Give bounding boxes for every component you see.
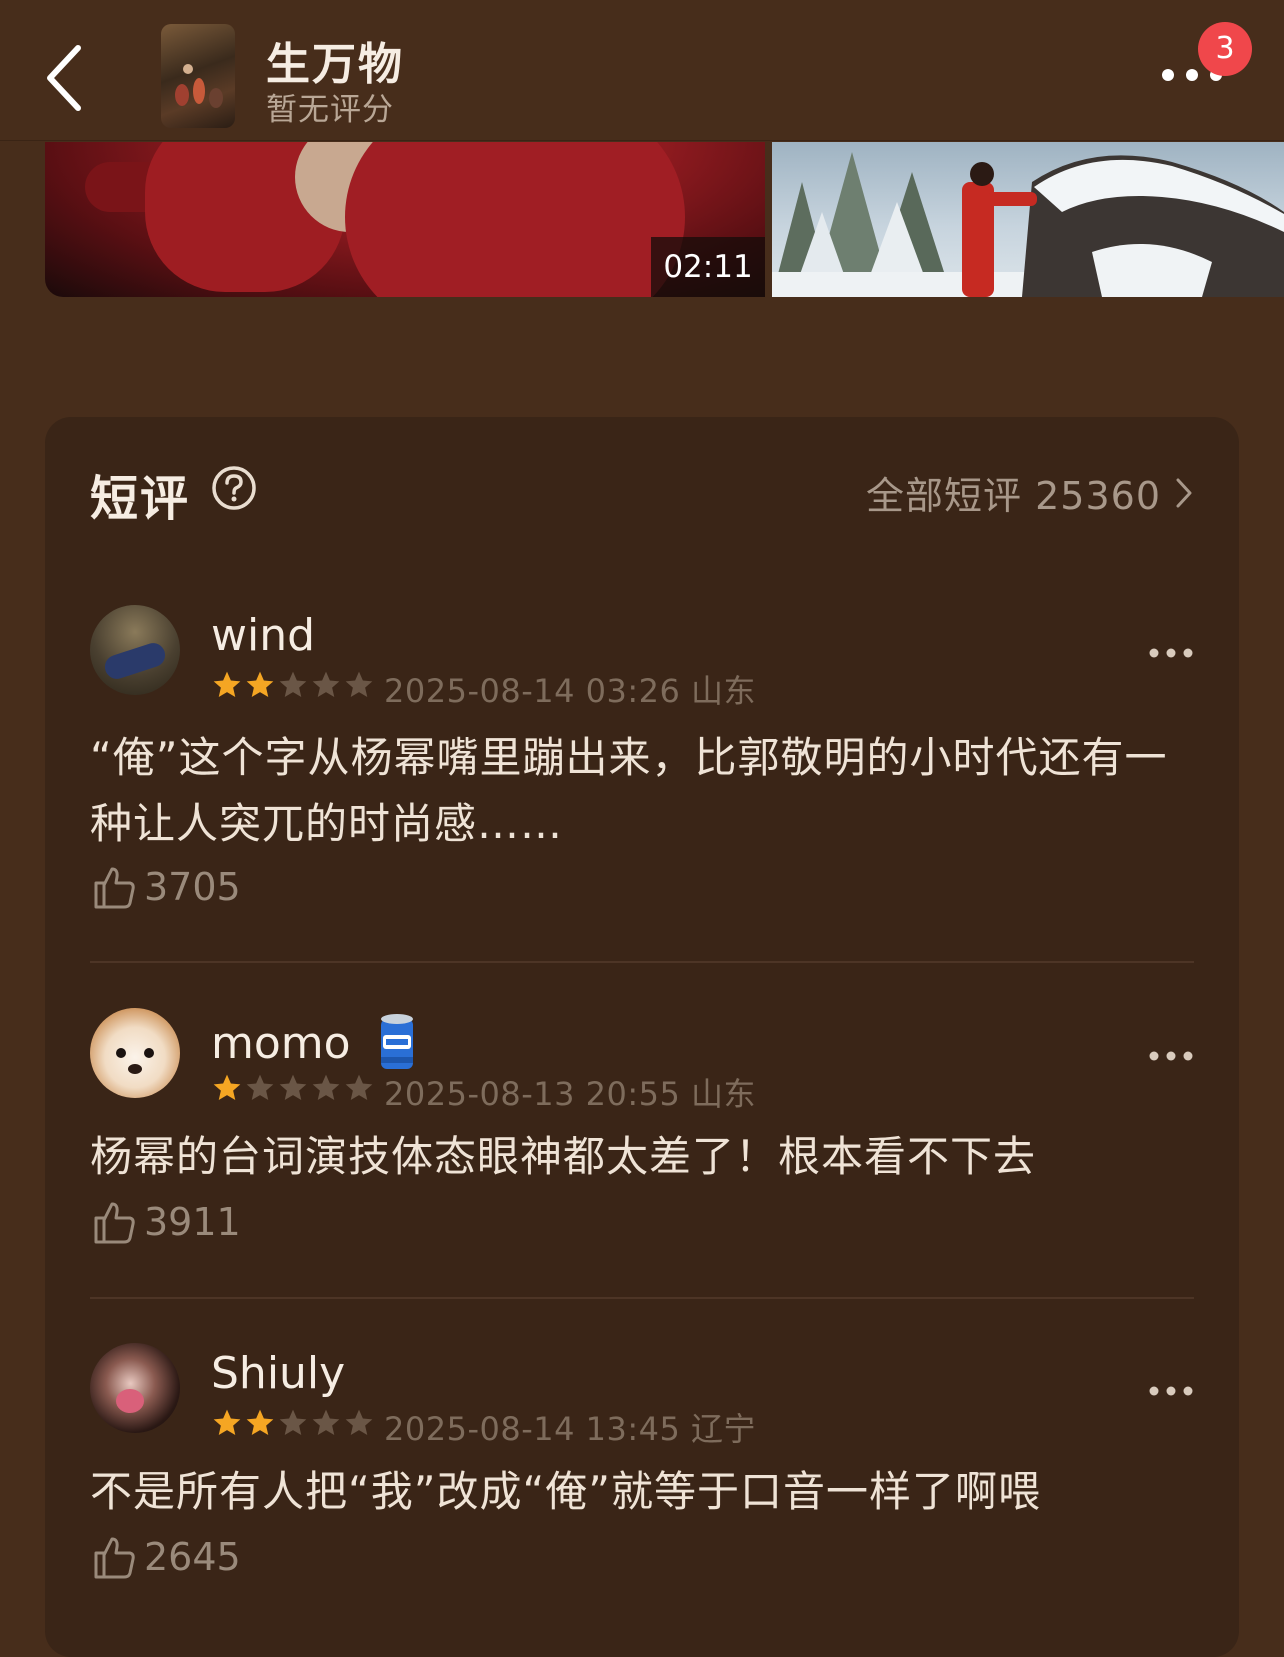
like-button[interactable]: 3705 [90, 863, 241, 911]
star-icon [279, 1409, 307, 1435]
back-button[interactable] [36, 38, 96, 118]
username[interactable]: Shiuly [211, 1348, 345, 1399]
short-reviews-card: 短评 全部短评 25360 wind 2025-08-14 03:26 山东 “… [45, 417, 1239, 1657]
still-image-thumbnail[interactable] [772, 142, 1284, 297]
review-more-button[interactable] [1148, 1383, 1194, 1397]
avatar[interactable] [90, 1343, 180, 1433]
username-text: momo [211, 1017, 351, 1069]
thumbs-up-icon [94, 867, 135, 909]
help-button[interactable] [211, 465, 257, 511]
review-meta: 2025-08-14 13:45 辽宁 [384, 1410, 757, 1448]
page-title: 生万物 [266, 39, 404, 90]
video-duration: 02:11 [651, 237, 765, 297]
star-icon [312, 671, 340, 697]
star-icon [312, 1409, 340, 1435]
star-icon [213, 1409, 241, 1435]
snow-scene-image [772, 152, 1284, 297]
star-icon [246, 1409, 274, 1435]
star-icon [345, 1074, 373, 1100]
chevron-left-icon [47, 45, 81, 111]
review-text: 不是所有人把“我”改成“俺”就等于口音一样了啊喂 [90, 1467, 1042, 1516]
section-title: 短评 [90, 471, 191, 527]
chevron-right-icon [1176, 478, 1192, 507]
star-icon [345, 671, 373, 697]
star-icon [246, 1074, 274, 1100]
review-item: momo 2025-08-13 20:55 山东 杨幂的台词演技体态眼神都太差了… [90, 1008, 1194, 1288]
star-icon [345, 1409, 373, 1435]
review-item: wind 2025-08-14 03:26 山东 “俺”这个字从杨幂嘴里蹦出来，… [90, 605, 1194, 909]
movie-poster-thumbnail[interactable] [161, 24, 235, 128]
thumbs-up-icon [94, 1537, 135, 1579]
review-text: “俺”这个字从杨幂嘴里蹦出来，比郭敬明的小时代还有一种让人突兀的时尚感…… [90, 733, 1168, 848]
video-thumbnail[interactable]: 02:11 [45, 142, 765, 297]
star-rating [211, 1072, 375, 1104]
username[interactable]: wind [211, 610, 315, 661]
notification-badge: 3 [1198, 22, 1252, 76]
star-icon [246, 671, 274, 697]
like-count: 3911 [144, 1200, 241, 1244]
more-dots-icon [1149, 1386, 1193, 1396]
beer-can-icon [380, 1014, 413, 1069]
star-icon [279, 671, 307, 697]
star-rating [211, 1407, 375, 1439]
review-text: 杨幂的台词演技体态眼神都太差了！根本看不下去 [90, 1132, 1037, 1181]
review-meta: 2025-08-13 20:55 山东 [384, 1075, 757, 1113]
star-icon [279, 1074, 307, 1100]
like-button[interactable]: 3911 [90, 1198, 241, 1246]
like-count: 3705 [144, 865, 241, 909]
star-icon [312, 1074, 340, 1100]
like-button[interactable]: 2645 [90, 1533, 241, 1581]
all-reviews-link[interactable]: 全部短评 25360 [866, 465, 1193, 520]
review-more-button[interactable] [1148, 645, 1194, 659]
review-item: Shiuly 2025-08-14 13:45 辽宁 不是所有人把“我”改成“俺… [90, 1343, 1194, 1633]
username[interactable]: momo [211, 1013, 417, 1073]
divider [90, 961, 1194, 963]
divider [90, 1297, 1194, 1299]
more-dots-icon [1149, 648, 1193, 658]
star-rating [211, 669, 375, 701]
star-icon [213, 1074, 241, 1100]
star-icon [213, 671, 241, 697]
like-count: 2645 [144, 1535, 241, 1579]
rating-status: 暂无评分 [266, 92, 394, 128]
review-more-button[interactable] [1148, 1048, 1194, 1062]
top-nav-bar: 生万物 暂无评分 3 [0, 0, 1284, 141]
media-strip: 02:11 [45, 142, 1284, 297]
thumbs-up-icon [94, 1202, 135, 1244]
review-meta: 2025-08-14 03:26 山东 [384, 672, 757, 710]
question-circle-icon [212, 466, 256, 510]
all-reviews-label: 全部短评 25360 [866, 474, 1161, 518]
avatar[interactable] [90, 1008, 180, 1098]
avatar[interactable] [90, 605, 180, 695]
more-dots-icon [1149, 1051, 1193, 1061]
